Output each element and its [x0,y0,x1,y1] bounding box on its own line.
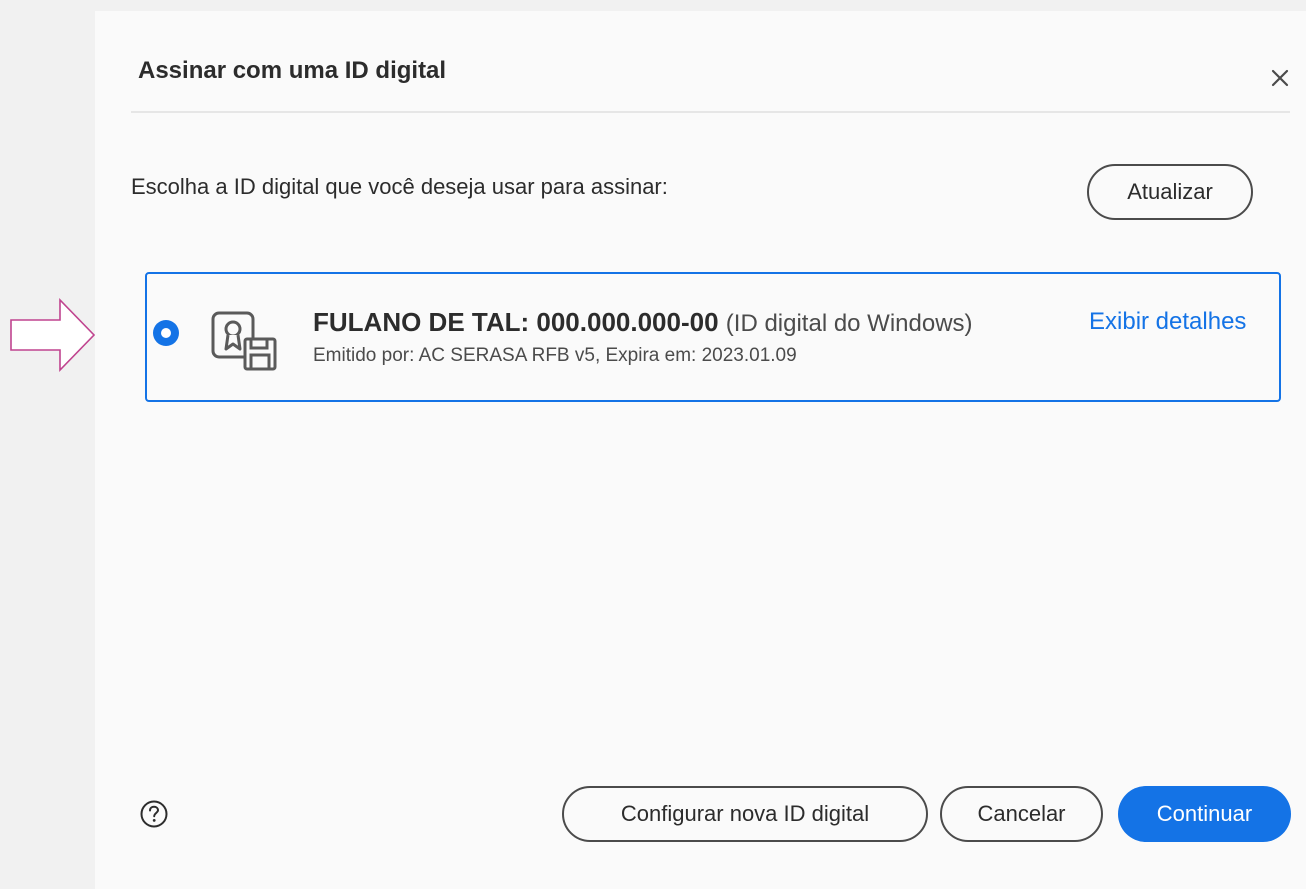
choose-id-prompt: Escolha a ID digital que você deseja usa… [131,174,668,199]
annotation-arrow-icon [10,298,96,372]
close-icon[interactable] [1268,66,1292,90]
view-details-link[interactable]: Exibir detalhes [1089,308,1246,336]
cancel-button[interactable]: Cancelar [940,786,1103,842]
digital-id-issuer: Emitido por: AC SERASA RFB v5, Expira em… [313,345,797,366]
help-icon[interactable] [139,799,169,829]
dialog-title: Assinar com uma ID digital [138,57,447,84]
digital-id-option[interactable]: FULANO DE TAL: 000.000.000-00 (ID digita… [145,272,1281,402]
configure-new-id-button[interactable]: Configurar nova ID digital [562,786,928,842]
id-radio-button[interactable] [153,320,179,346]
refresh-button[interactable]: Atualizar [1087,164,1253,220]
digital-id-name: FULANO DE TAL: 000.000.000-00 [313,307,719,337]
continue-button[interactable]: Continuar [1118,786,1291,842]
dialog-header: Assinar com uma ID digital [131,11,1290,113]
digital-id-type: (ID digital do Windows) [725,310,973,337]
app-backdrop: Assinar com uma ID digital Escolha a ID … [0,0,1306,889]
certificate-icon [211,311,277,371]
sign-dialog: Assinar com uma ID digital Escolha a ID … [95,11,1306,889]
digital-id-title: FULANO DE TAL: 000.000.000-00 (ID digita… [313,307,973,338]
